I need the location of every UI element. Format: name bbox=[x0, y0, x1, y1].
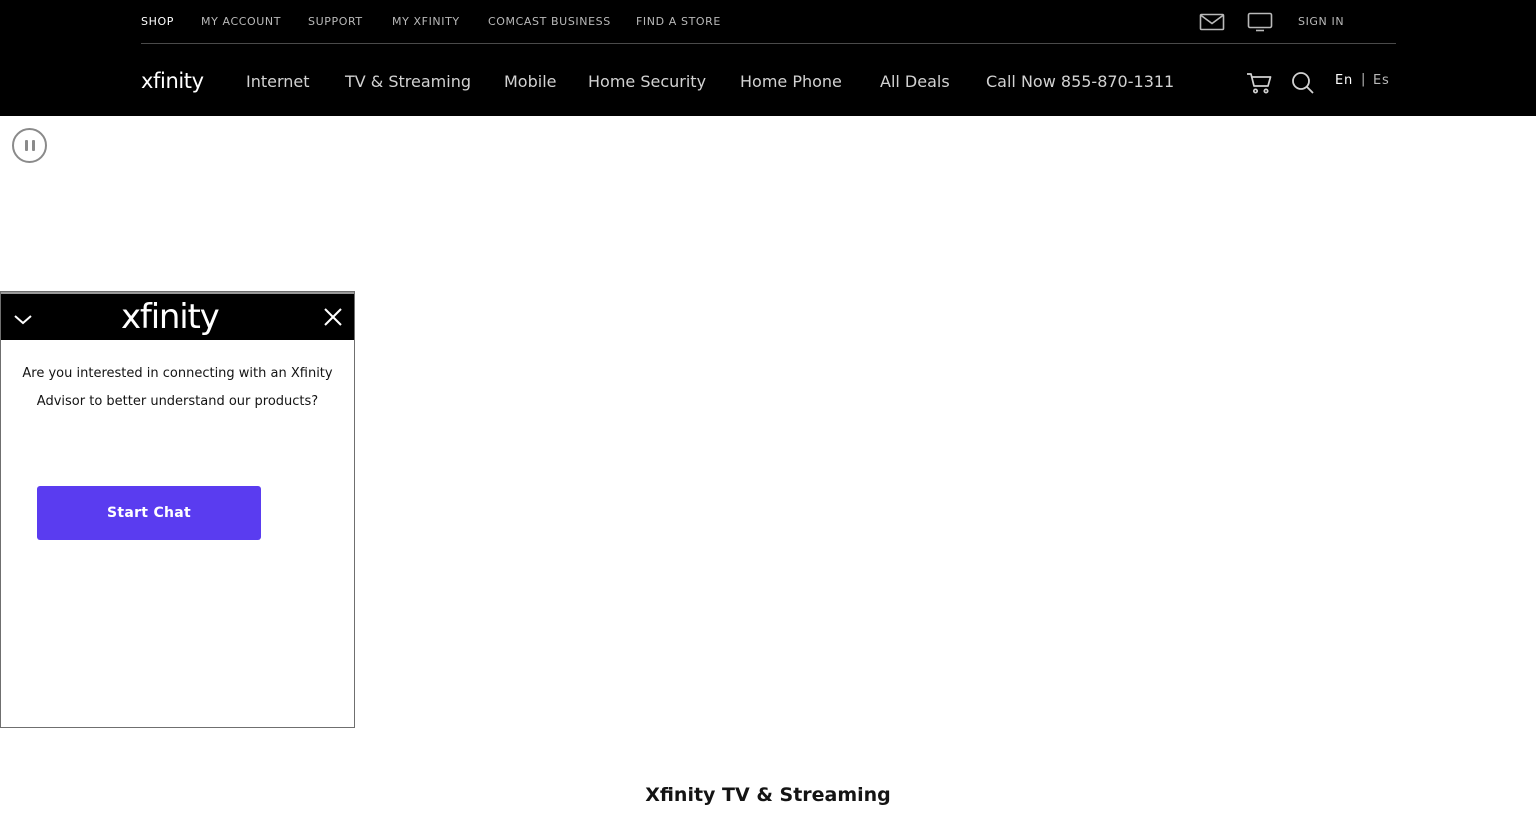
start-chat-button[interactable]: Start Chat bbox=[37, 486, 261, 540]
nav-home-security[interactable]: Home Security bbox=[588, 72, 706, 91]
chevron-down-icon[interactable] bbox=[11, 307, 35, 331]
util-link-find-a-store[interactable]: FIND A STORE bbox=[636, 15, 721, 28]
site-header: SHOP MY ACCOUNT SUPPORT MY XFINITY COMCA… bbox=[0, 0, 1536, 116]
cart-icon[interactable] bbox=[1246, 71, 1272, 99]
xfinity-logo[interactable]: xfinity bbox=[141, 69, 204, 93]
chat-message: Are you interested in connecting with an… bbox=[22, 366, 333, 409]
pause-icon bbox=[25, 140, 28, 151]
utility-nav: SHOP MY ACCOUNT SUPPORT MY XFINITY COMCA… bbox=[141, 0, 1396, 44]
section-title: Xfinity TV & Streaming bbox=[645, 784, 891, 806]
chat-xfinity-logo: xfinity bbox=[121, 297, 220, 337]
nav-all-deals[interactable]: All Deals bbox=[880, 72, 950, 91]
util-link-shop[interactable]: SHOP bbox=[141, 15, 174, 28]
util-link-comcast-business[interactable]: COMCAST BUSINESS bbox=[488, 15, 611, 28]
nav-mobile[interactable]: Mobile bbox=[504, 72, 556, 91]
pause-button[interactable] bbox=[12, 128, 47, 163]
tv-icon[interactable] bbox=[1247, 12, 1273, 32]
main-nav: xfinity Internet TV & Streaming Mobile H… bbox=[0, 45, 1536, 116]
language-es[interactable]: Es bbox=[1373, 73, 1390, 88]
chat-header: xfinity bbox=[1, 292, 354, 340]
util-link-support[interactable]: SUPPORT bbox=[308, 15, 363, 28]
mail-icon[interactable] bbox=[1199, 12, 1225, 32]
language-en[interactable]: En bbox=[1335, 73, 1353, 88]
search-icon[interactable] bbox=[1291, 71, 1315, 99]
nav-call-now[interactable]: Call Now 855-870-1311 bbox=[986, 72, 1174, 91]
nav-internet[interactable]: Internet bbox=[246, 72, 310, 91]
util-link-my-xfinity[interactable]: MY XFINITY bbox=[392, 15, 460, 28]
close-icon[interactable] bbox=[322, 306, 344, 328]
nav-home-phone[interactable]: Home Phone bbox=[740, 72, 842, 91]
sign-in-link[interactable]: SIGN IN bbox=[1298, 15, 1344, 28]
nav-tv-streaming[interactable]: TV & Streaming bbox=[345, 72, 471, 91]
util-link-my-account[interactable]: MY ACCOUNT bbox=[201, 15, 281, 28]
chat-widget: xfinity Are you interested in connecting… bbox=[0, 291, 355, 728]
language-separator: | bbox=[1361, 72, 1366, 87]
